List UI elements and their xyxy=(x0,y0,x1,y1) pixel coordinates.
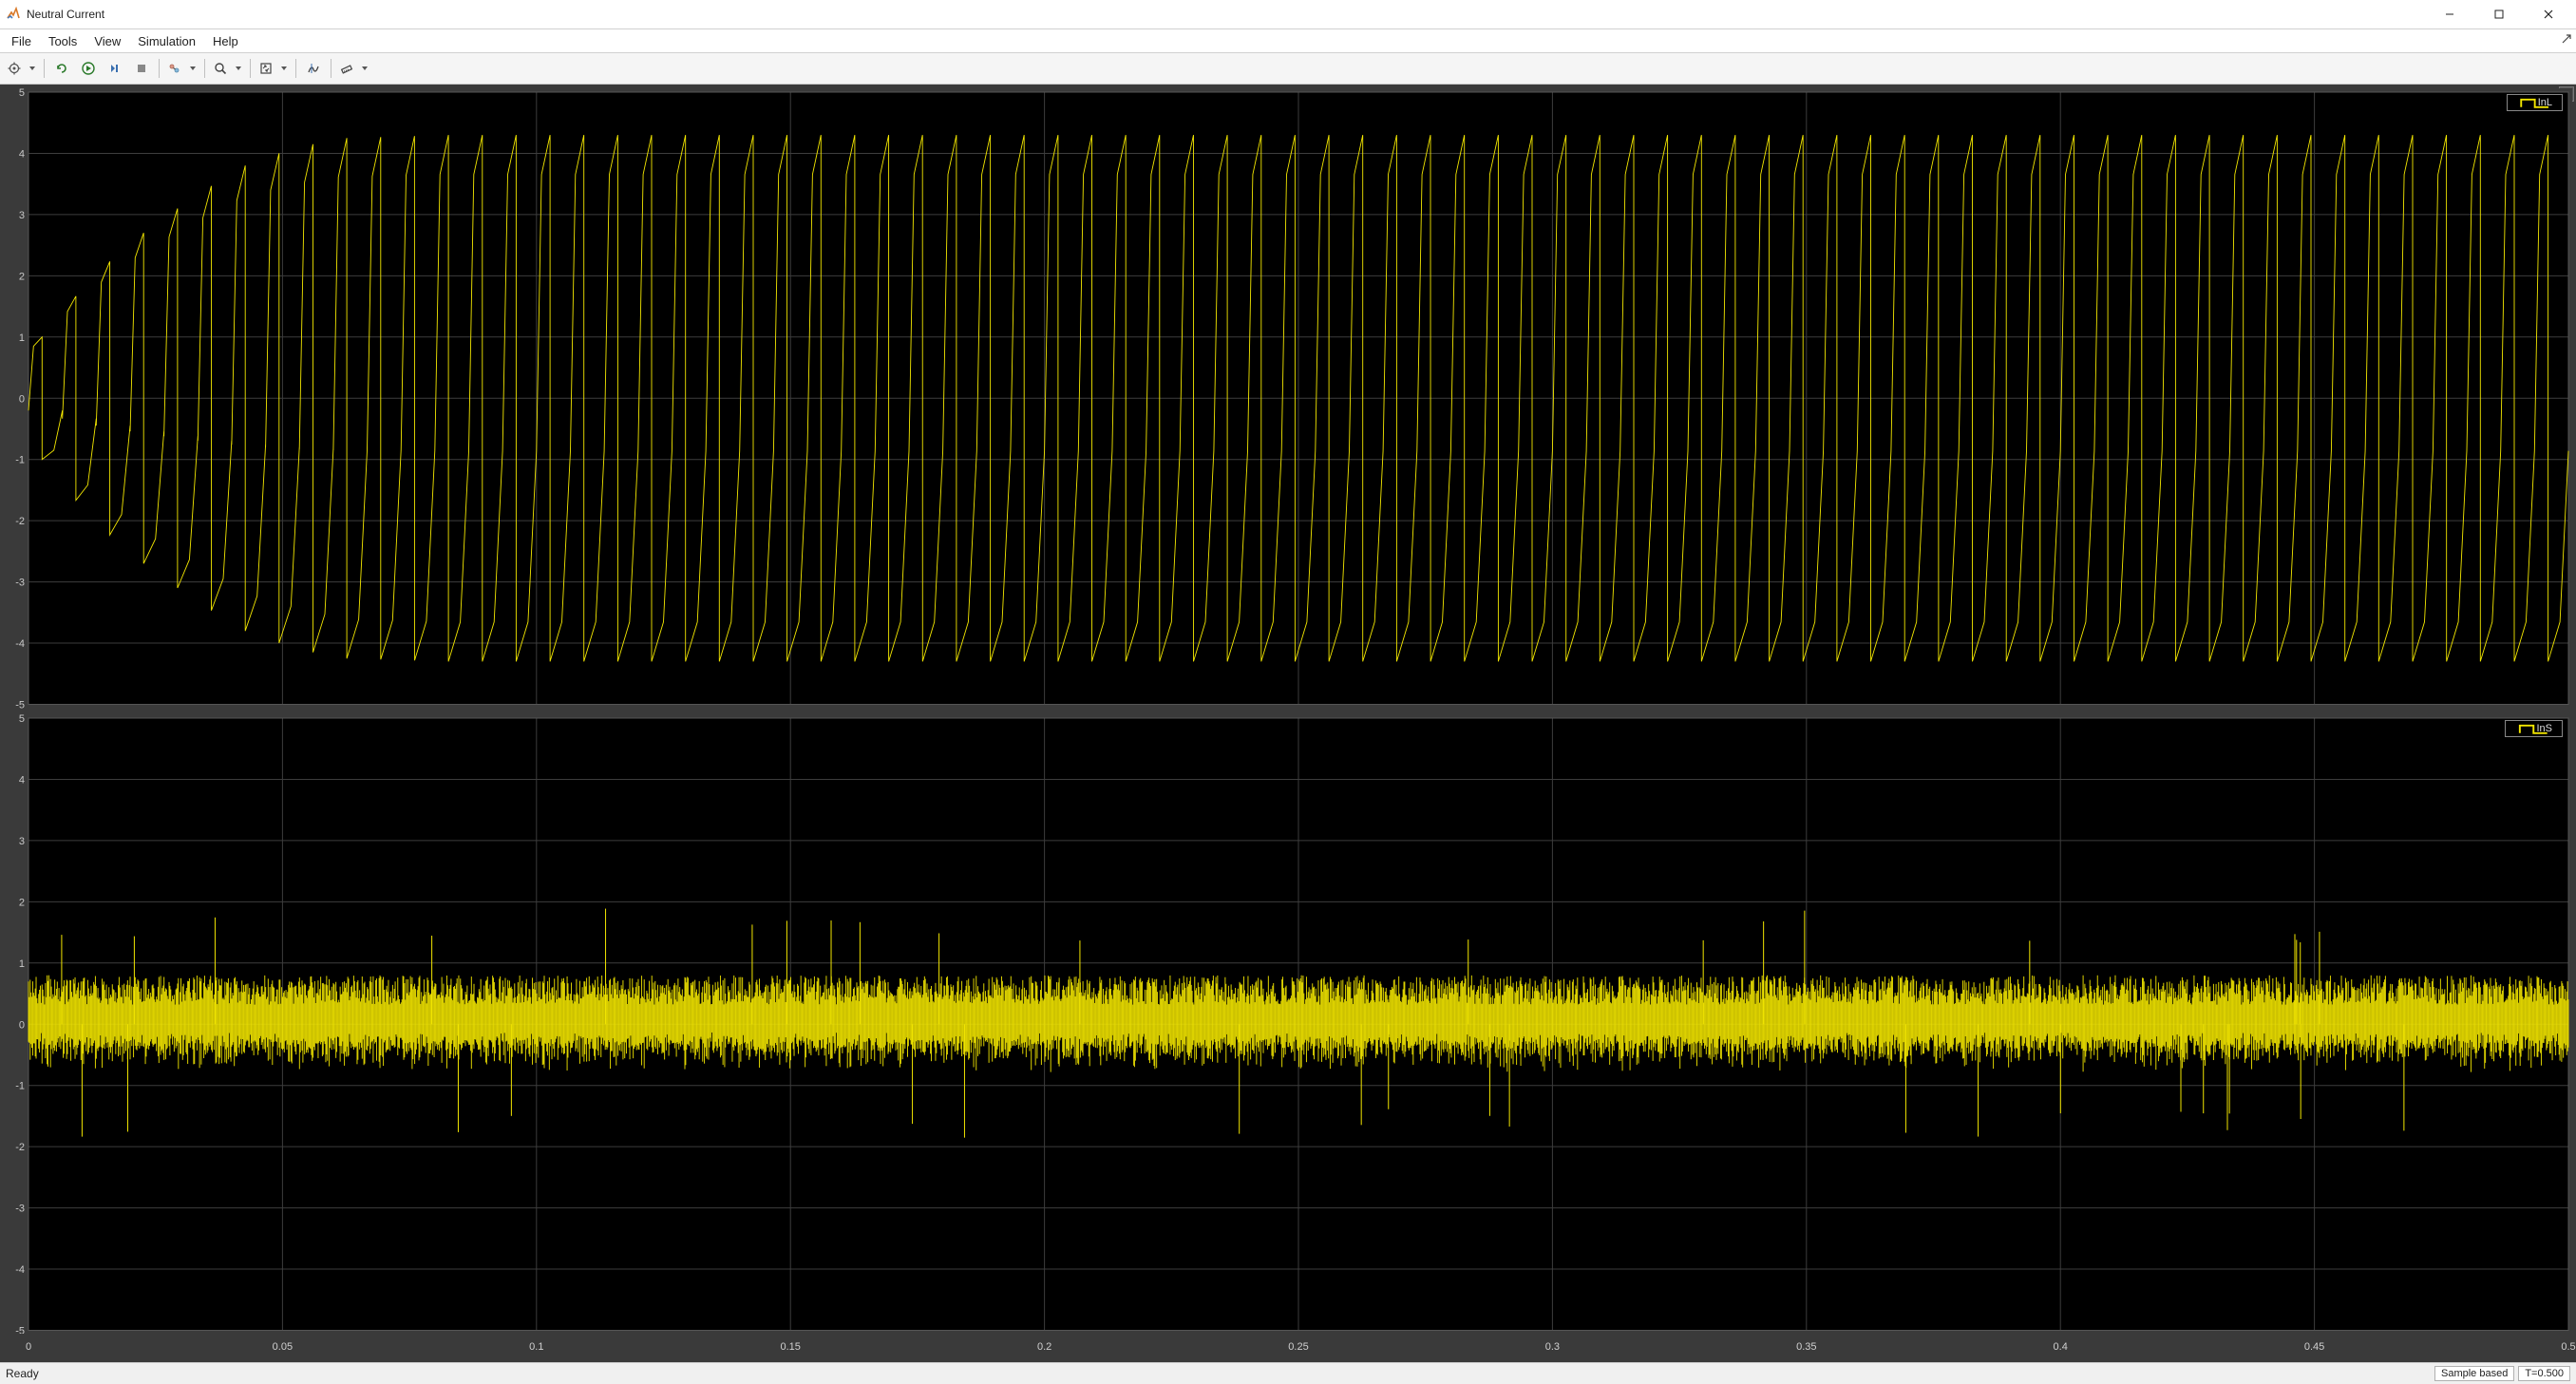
autoscale-button[interactable] xyxy=(256,56,291,81)
triggers-button[interactable] xyxy=(164,56,199,81)
x-tick-label: 0.4 xyxy=(2054,1341,2068,1353)
svg-text:3: 3 xyxy=(19,210,25,221)
svg-text:3: 3 xyxy=(19,835,25,846)
x-tick-label: 0.45 xyxy=(2304,1341,2324,1353)
legend-ins: InS xyxy=(2505,720,2563,737)
stop-button[interactable] xyxy=(129,56,154,81)
svg-text:-4: -4 xyxy=(15,638,25,650)
step-forward-button[interactable] xyxy=(103,56,127,81)
x-tick-label: 0.5 xyxy=(2561,1341,2575,1353)
toolbar-separator xyxy=(295,59,296,78)
svg-text:-3: -3 xyxy=(15,578,25,589)
maximize-button[interactable] xyxy=(2483,3,2515,26)
matlab-icon xyxy=(6,7,21,22)
statusbar: Ready Sample based T=0.500 xyxy=(0,1362,2576,1384)
measurements-button[interactable] xyxy=(336,56,371,81)
x-tick-label: 0.3 xyxy=(1545,1341,1560,1353)
x-axis: 0 0.05 0.1 0.15 0.2 0.25 0.3 0.35 0.4 0.45 0.5 xyxy=(4,1339,2572,1358)
svg-text:1: 1 xyxy=(19,957,25,969)
menu-view[interactable]: View xyxy=(86,32,128,50)
status-ready: Ready xyxy=(6,1367,39,1380)
close-button[interactable] xyxy=(2532,3,2565,26)
svg-text:5: 5 xyxy=(19,714,25,725)
svg-text:-2: -2 xyxy=(15,516,25,527)
toolbar-separator xyxy=(44,59,45,78)
window-buttons xyxy=(2434,3,2570,26)
titlebar: Neutral Current xyxy=(0,0,2576,29)
toolbar-separator xyxy=(159,59,160,78)
configure-button[interactable] xyxy=(4,56,39,81)
x-tick-label: 0 xyxy=(26,1341,31,1353)
menu-simulation[interactable]: Simulation xyxy=(130,32,203,50)
plot-inl[interactable]: -5 -4 -3 -2 -1 0 1 2 3 4 5 InL xyxy=(4,88,2572,709)
x-tick-label: 0.1 xyxy=(529,1341,543,1353)
svg-text:4: 4 xyxy=(19,148,25,160)
svg-text:1: 1 xyxy=(19,332,25,344)
restart-button[interactable] xyxy=(49,56,74,81)
menu-tools[interactable]: Tools xyxy=(41,32,85,50)
window-title: Neutral Current xyxy=(27,8,2434,21)
x-tick-label: 0.15 xyxy=(780,1341,800,1353)
svg-text:-1: -1 xyxy=(15,455,25,466)
x-tick-label: 0.2 xyxy=(1037,1341,1051,1353)
status-time: T=0.500 xyxy=(2518,1366,2570,1381)
legend-swatch-icon xyxy=(2511,724,2530,733)
svg-text:-5: -5 xyxy=(15,700,25,709)
menu-file[interactable]: File xyxy=(4,32,39,50)
svg-text:-2: -2 xyxy=(15,1142,25,1153)
cursors-button[interactable] xyxy=(301,56,326,81)
minimize-button[interactable] xyxy=(2434,3,2466,26)
svg-text:0: 0 xyxy=(19,1019,25,1031)
status-mode: Sample based xyxy=(2434,1366,2514,1381)
svg-text:-4: -4 xyxy=(15,1264,25,1276)
x-tick-label: 0.05 xyxy=(273,1341,293,1353)
menu-help[interactable]: Help xyxy=(205,32,246,50)
svg-text:-1: -1 xyxy=(15,1080,25,1091)
zoom-button[interactable] xyxy=(210,56,245,81)
toolbar-separator xyxy=(204,59,205,78)
menubar: File Tools View Simulation Help xyxy=(0,29,2576,53)
svg-text:-3: -3 xyxy=(15,1203,25,1214)
legend-inl: InL xyxy=(2507,94,2563,111)
plot-ins[interactable]: -5 -4 -3 -2 -1 0 1 2 3 4 5 InS xyxy=(4,714,2572,1335)
toolbar xyxy=(0,53,2576,85)
svg-text:2: 2 xyxy=(19,897,25,908)
toolbar-separator xyxy=(250,59,251,78)
scope-area: -5 -4 -3 -2 -1 0 1 2 3 4 5 InL -5 -4 -3 -2 -1 0 1 2 3 4 5 In… xyxy=(0,85,2576,1362)
undock-icon[interactable] xyxy=(2561,33,2572,47)
legend-swatch-icon xyxy=(2513,98,2532,107)
svg-text:-5: -5 xyxy=(15,1325,25,1334)
x-tick-label: 0.35 xyxy=(1796,1341,1816,1353)
app-window: Neutral Current File Tools View Simulati… xyxy=(0,0,2576,1384)
x-tick-label: 0.25 xyxy=(1288,1341,1308,1353)
run-button[interactable] xyxy=(76,56,101,81)
svg-text:5: 5 xyxy=(19,88,25,99)
svg-text:2: 2 xyxy=(19,271,25,282)
svg-text:4: 4 xyxy=(19,774,25,786)
svg-text:0: 0 xyxy=(19,393,25,405)
